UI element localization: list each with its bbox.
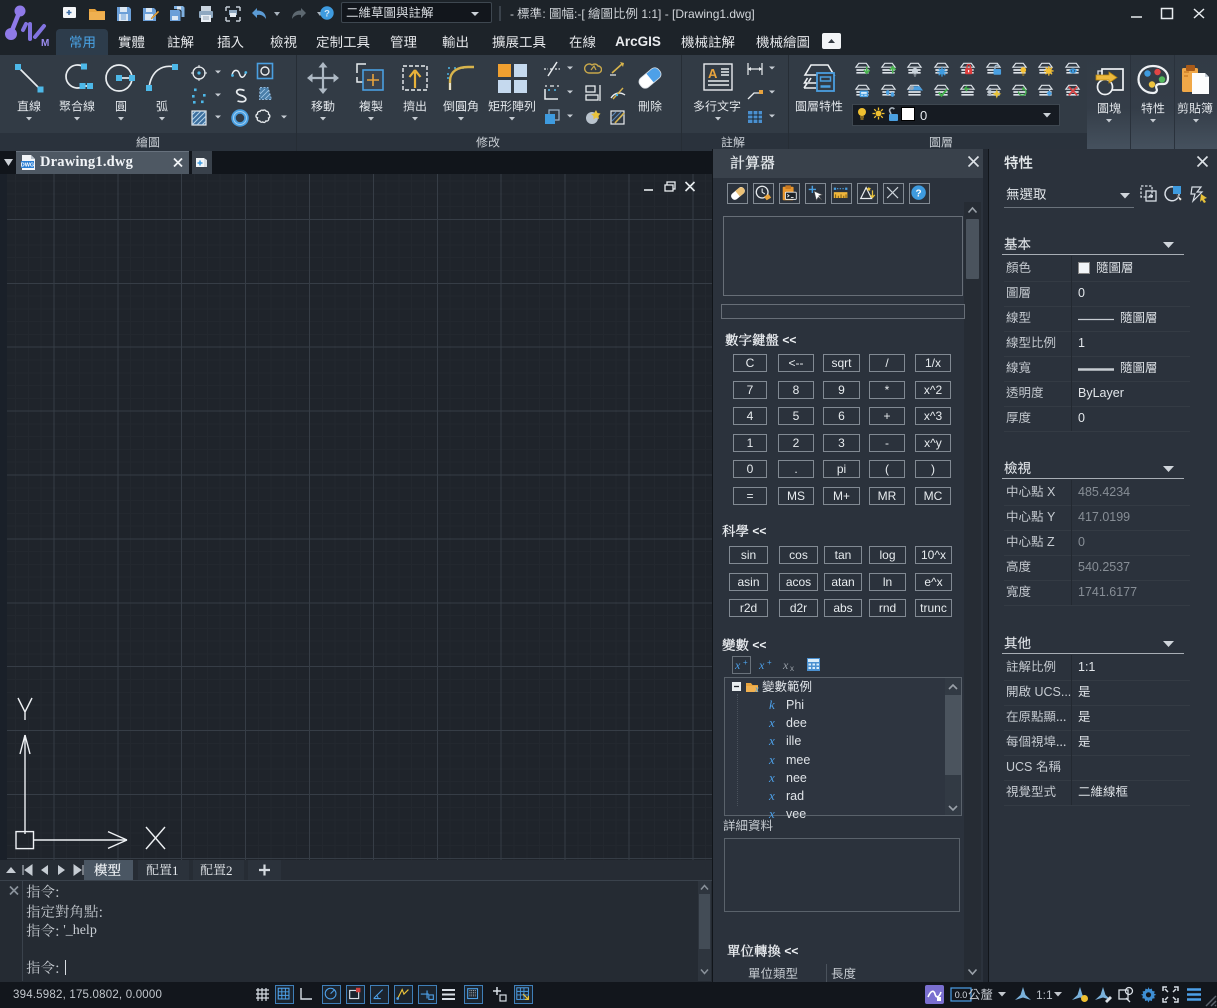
svg-text:?: ? [324,9,330,20]
svg-text:x: x [790,664,794,673]
svg-text:0.0: 0.0 [955,990,968,1000]
svg-text:x: x [768,715,775,730]
svg-text:M: M [41,38,49,49]
svg-text:x: x [758,658,765,672]
svg-text:A: A [708,66,718,81]
svg-text:x: x [768,770,775,785]
svg-text:x: x [754,684,759,693]
svg-text:x: x [782,658,789,672]
svg-text:?: ? [916,189,922,200]
svg-text:k: k [769,697,775,712]
svg-text:DWG: DWG [21,163,34,169]
svg-text:x: x [768,733,775,748]
svg-text:x: x [734,658,741,672]
svg-text:+: + [767,658,772,667]
svg-text:+: + [743,658,748,667]
svg-text:x: x [768,788,775,803]
svg-text:x: x [768,752,775,767]
